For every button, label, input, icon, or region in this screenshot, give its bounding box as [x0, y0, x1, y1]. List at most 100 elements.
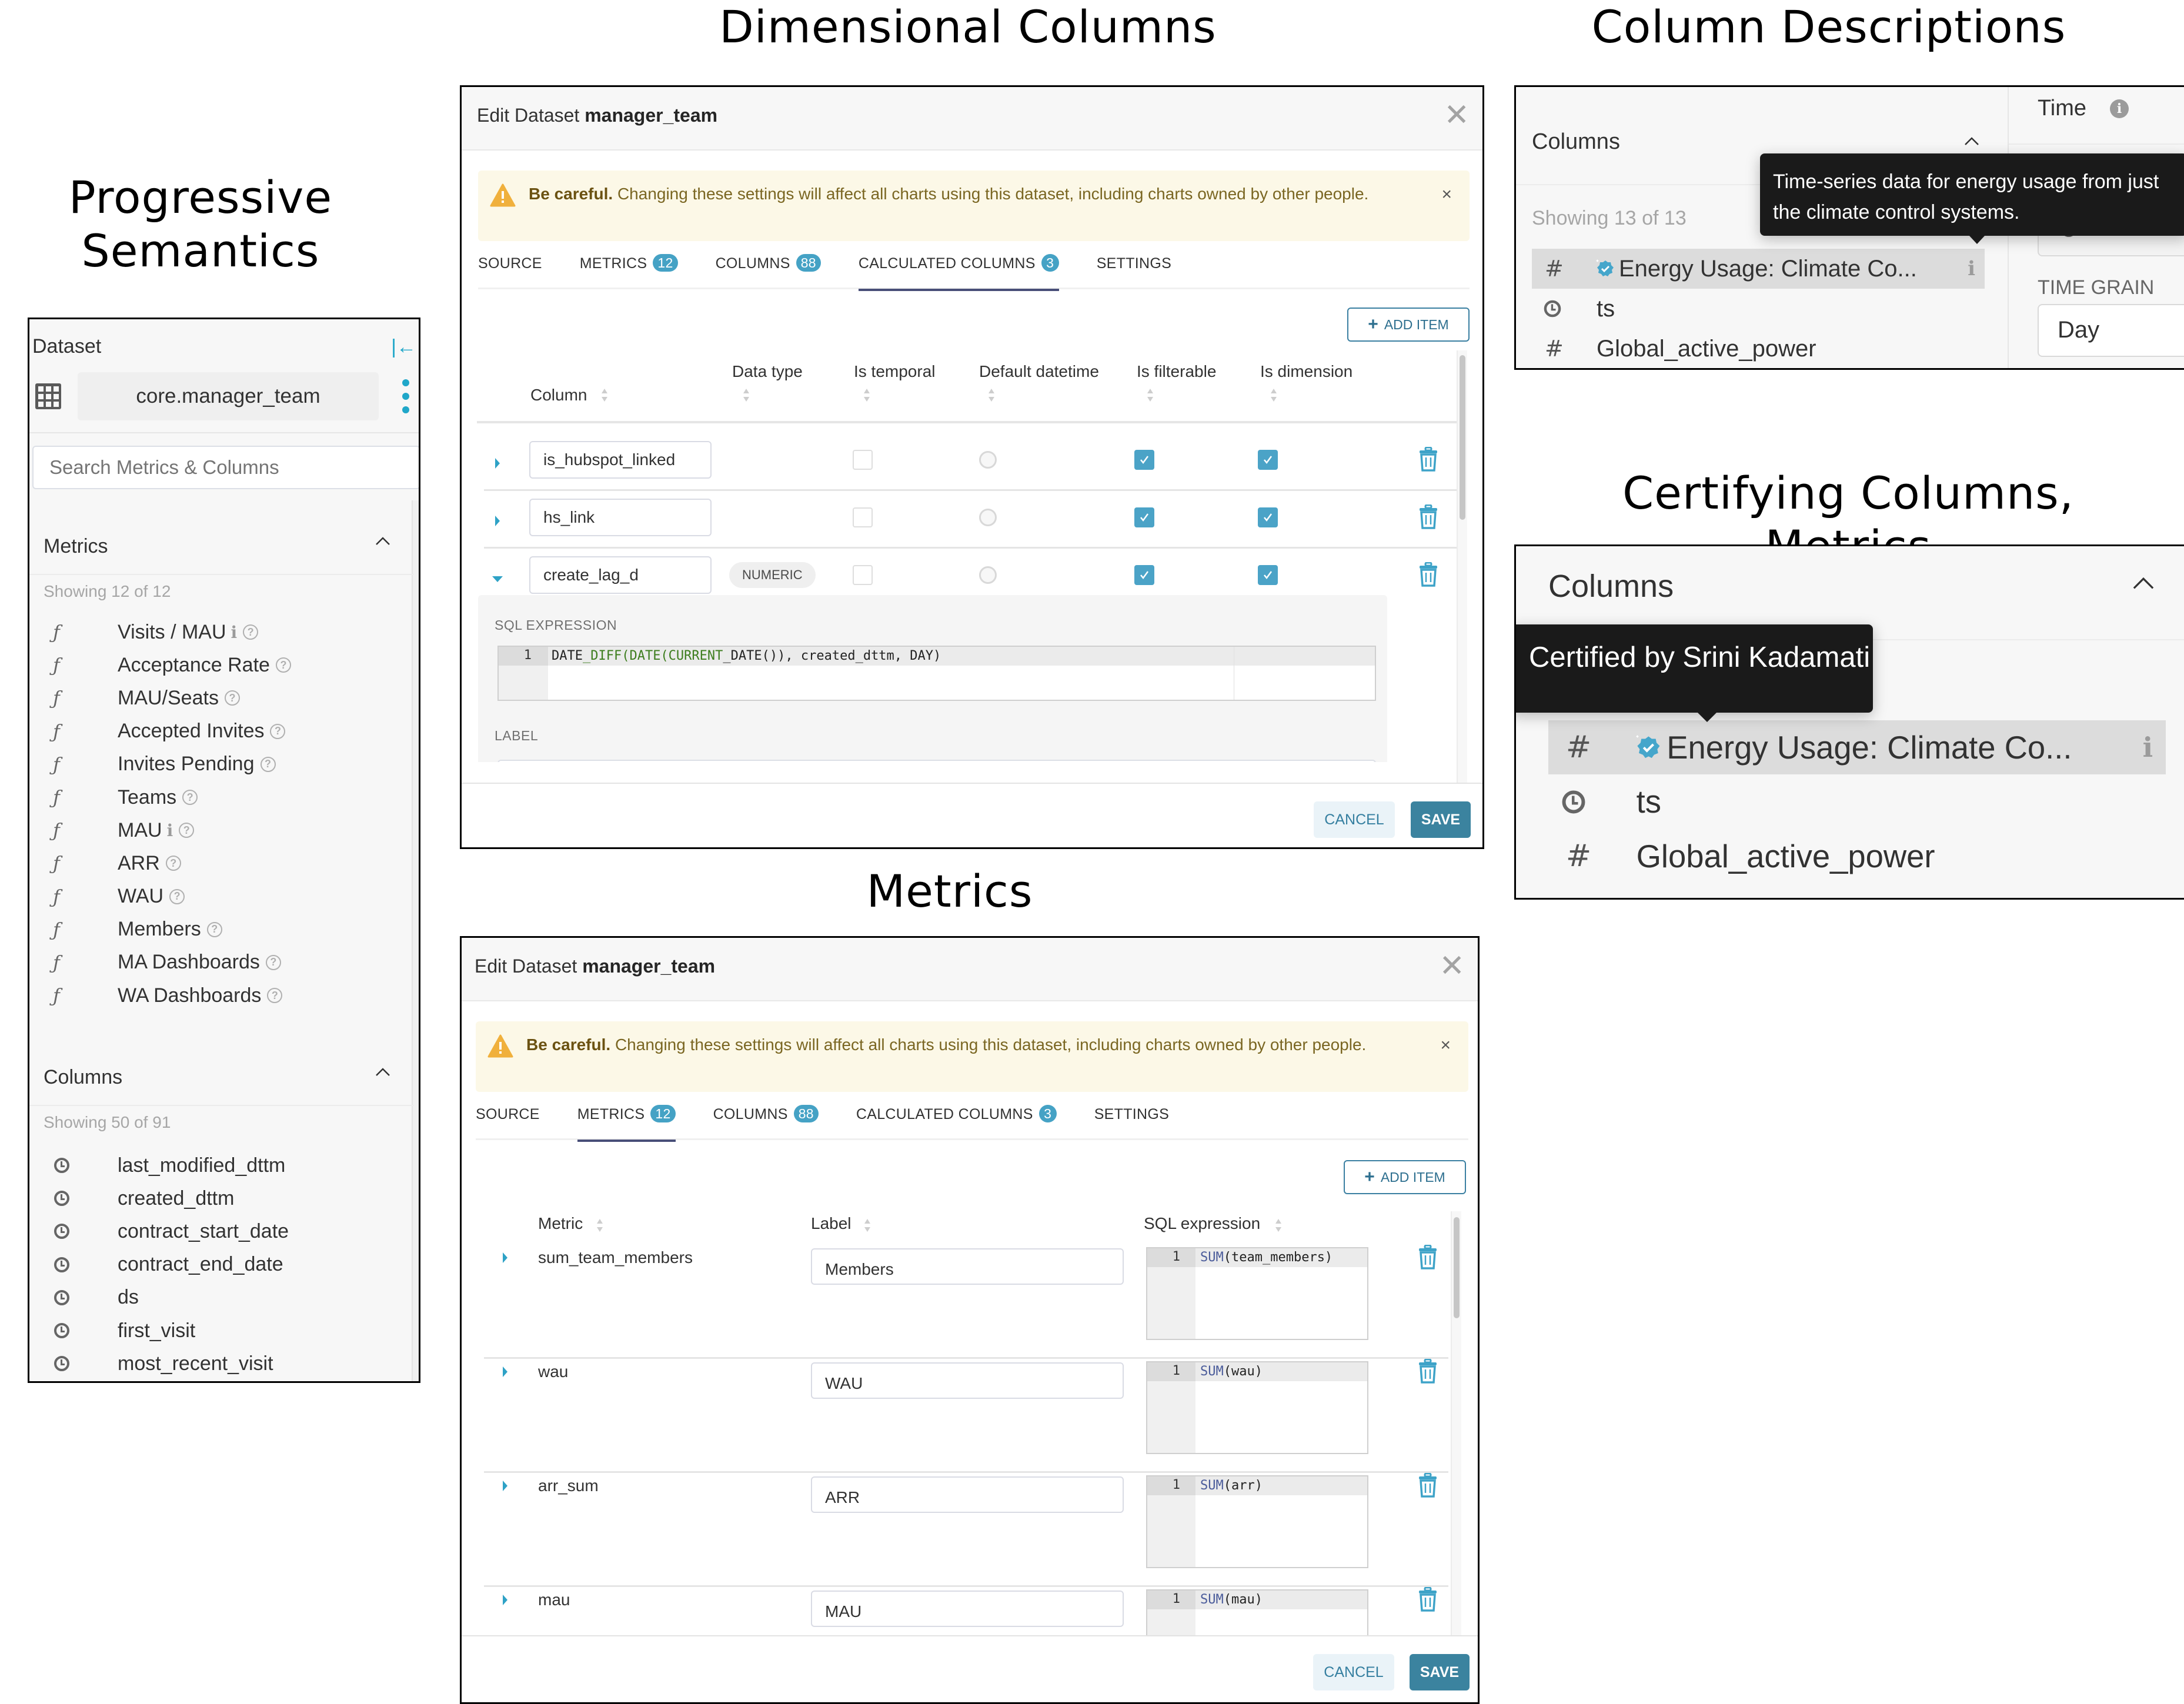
- column-list-item[interactable]: first_visit: [29, 1314, 412, 1347]
- time-section-header[interactable]: Time i: [2009, 87, 2184, 145]
- question-circle-icon[interactable]: ?: [206, 921, 222, 937]
- question-circle-icon[interactable]: ?: [260, 756, 276, 772]
- is-dimension-checkbox[interactable]: [1258, 507, 1278, 527]
- question-circle-icon[interactable]: ?: [165, 856, 181, 871]
- trash-icon[interactable]: [1418, 1586, 1438, 1612]
- expand-row-icon[interactable]: [503, 1595, 507, 1605]
- chevron-up-icon[interactable]: [2130, 571, 2156, 597]
- is-filterable-checkbox[interactable]: [1134, 450, 1154, 470]
- tab-columns[interactable]: COLUMNS 88: [716, 252, 821, 289]
- metric-list-item[interactable]: ƒ Teams?: [29, 781, 412, 814]
- trash-icon[interactable]: [1418, 562, 1438, 587]
- is-temporal-checkbox[interactable]: [853, 507, 873, 527]
- is-dimension-checkbox[interactable]: [1258, 450, 1278, 470]
- columns-section-header[interactable]: Columns: [29, 1047, 414, 1106]
- scrollbar[interactable]: [1451, 1211, 1461, 1639]
- is-temporal-checkbox[interactable]: [853, 565, 873, 585]
- sql-expression-editor[interactable]: 1 DATE_DIFF(DATE(CURRENT_DATE()), create…: [497, 646, 1376, 701]
- metric-label-input[interactable]: ARR: [811, 1476, 1124, 1513]
- sort-icon[interactable]: [602, 389, 607, 402]
- question-circle-icon[interactable]: ?: [267, 988, 283, 1004]
- metric-list-item[interactable]: ƒ MA Dashboards?: [29, 946, 412, 979]
- is-dimension-checkbox[interactable]: [1258, 565, 1278, 585]
- scrollbar[interactable]: [412, 500, 419, 1381]
- sort-icon[interactable]: [1271, 389, 1277, 402]
- default-datetime-radio[interactable]: [979, 566, 997, 584]
- question-circle-icon[interactable]: ?: [182, 790, 198, 806]
- question-circle-icon[interactable]: ?: [270, 723, 286, 739]
- column-list-item[interactable]: contract_start_date: [29, 1215, 412, 1248]
- close-icon[interactable]: ✕: [1444, 100, 1470, 131]
- default-datetime-radio[interactable]: [979, 451, 997, 469]
- expand-row-icon[interactable]: [503, 1252, 507, 1263]
- trash-icon[interactable]: [1418, 1244, 1438, 1269]
- info-icon[interactable]: i: [2143, 731, 2153, 763]
- scrollbar[interactable]: [1457, 350, 1467, 786]
- metric-label-input[interactable]: WAU: [811, 1362, 1124, 1399]
- sql-expression-editor[interactable]: 1 SUM(team_members): [1146, 1247, 1368, 1340]
- expand-row-icon[interactable]: [503, 1366, 507, 1377]
- expand-row-icon[interactable]: [503, 1481, 507, 1491]
- column-header-data-type[interactable]: Data type: [732, 362, 803, 381]
- metric-list-item[interactable]: ƒ WA Dashboards?: [29, 979, 412, 1012]
- expand-row-icon[interactable]: [495, 516, 500, 526]
- sql-expression-editor[interactable]: 1 SUM(wau): [1146, 1361, 1368, 1454]
- column-header-is-filterable[interactable]: Is filterable: [1137, 362, 1216, 381]
- sql-expression-editor[interactable]: 1 SUM(arr): [1146, 1475, 1368, 1568]
- dataset-name[interactable]: core.manager_team: [78, 372, 379, 420]
- metric-list-item[interactable]: ƒ Visits / MAU i?: [29, 616, 412, 649]
- sort-icon[interactable]: [743, 389, 749, 402]
- collapse-row-icon[interactable]: [492, 576, 503, 582]
- column-header-default-datetime[interactable]: Default datetime: [979, 362, 1099, 381]
- tab-calculated-columns[interactable]: CALCULATED COLUMNS 3: [858, 252, 1059, 291]
- metric-label-input[interactable]: MAU: [811, 1591, 1124, 1627]
- collapse-panel-icon[interactable]: |←: [391, 336, 416, 359]
- chevron-up-icon[interactable]: [374, 1064, 392, 1081]
- metric-label-input[interactable]: Members: [811, 1248, 1124, 1285]
- metric-list-item[interactable]: ƒ WAU?: [29, 880, 412, 913]
- column-list-item[interactable]: last_modified_dttm: [29, 1149, 412, 1182]
- certified-column-item[interactable]: # Energy Usage: Climate Co... i: [1532, 249, 1985, 289]
- is-filterable-checkbox[interactable]: [1134, 507, 1154, 527]
- metric-list-item[interactable]: ƒ MAU i?: [29, 814, 412, 847]
- time-grain-select[interactable]: Day: [2038, 304, 2184, 357]
- trash-icon[interactable]: [1418, 1358, 1438, 1384]
- sort-icon[interactable]: [864, 389, 870, 402]
- column-list-item[interactable]: ds: [29, 1281, 412, 1314]
- certified-icon[interactable]: [1597, 260, 1614, 278]
- column-name-input[interactable]: hs_link: [529, 499, 712, 536]
- info-icon[interactable]: i: [1968, 257, 1975, 280]
- certified-icon[interactable]: [1637, 736, 1661, 760]
- sql-expression-editor[interactable]: 1 SUM(mau): [1146, 1589, 1368, 1638]
- metric-list-item[interactable]: ƒ Invites Pending?: [29, 748, 412, 781]
- question-circle-icon[interactable]: ?: [265, 954, 281, 970]
- sort-icon[interactable]: [1147, 389, 1153, 402]
- column-header-is-dimension[interactable]: Is dimension: [1260, 362, 1353, 381]
- metric-list-item[interactable]: ƒ Accepted Invites?: [29, 715, 412, 748]
- info-icon[interactable]: i: [167, 821, 173, 840]
- question-circle-icon[interactable]: ?: [275, 657, 291, 673]
- question-circle-icon[interactable]: ?: [179, 823, 195, 838]
- column-list-item[interactable]: ts: [1548, 774, 2166, 828]
- tab-metrics[interactable]: METRICS 12: [580, 252, 678, 289]
- column-name-input[interactable]: create_lag_d: [529, 556, 712, 594]
- question-circle-icon[interactable]: ?: [169, 888, 185, 904]
- tab-settings[interactable]: SETTINGS: [1097, 252, 1171, 289]
- save-button[interactable]: SAVE: [1411, 801, 1471, 838]
- trash-icon[interactable]: [1418, 504, 1438, 529]
- metric-list-item[interactable]: ƒ Members?: [29, 913, 412, 946]
- chevron-up-icon[interactable]: [374, 533, 392, 550]
- is-temporal-checkbox[interactable]: [853, 450, 873, 470]
- sort-icon[interactable]: [989, 389, 994, 402]
- column-list-item[interactable]: most_recent_visit: [29, 1347, 412, 1380]
- default-datetime-radio[interactable]: [979, 509, 997, 526]
- is-filterable-checkbox[interactable]: [1134, 565, 1154, 585]
- alert-close-icon[interactable]: ×: [1441, 185, 1452, 205]
- search-metrics-columns-input[interactable]: [32, 446, 419, 489]
- info-icon[interactable]: i: [231, 623, 238, 642]
- column-list-item[interactable]: # Global_active_power: [1532, 329, 1985, 368]
- column-list-item[interactable]: # Global_active_power: [1548, 829, 2166, 883]
- question-circle-icon[interactable]: ?: [243, 624, 259, 640]
- cancel-button[interactable]: CANCEL: [1314, 801, 1395, 838]
- column-name-input[interactable]: is_hubspot_linked: [529, 441, 712, 479]
